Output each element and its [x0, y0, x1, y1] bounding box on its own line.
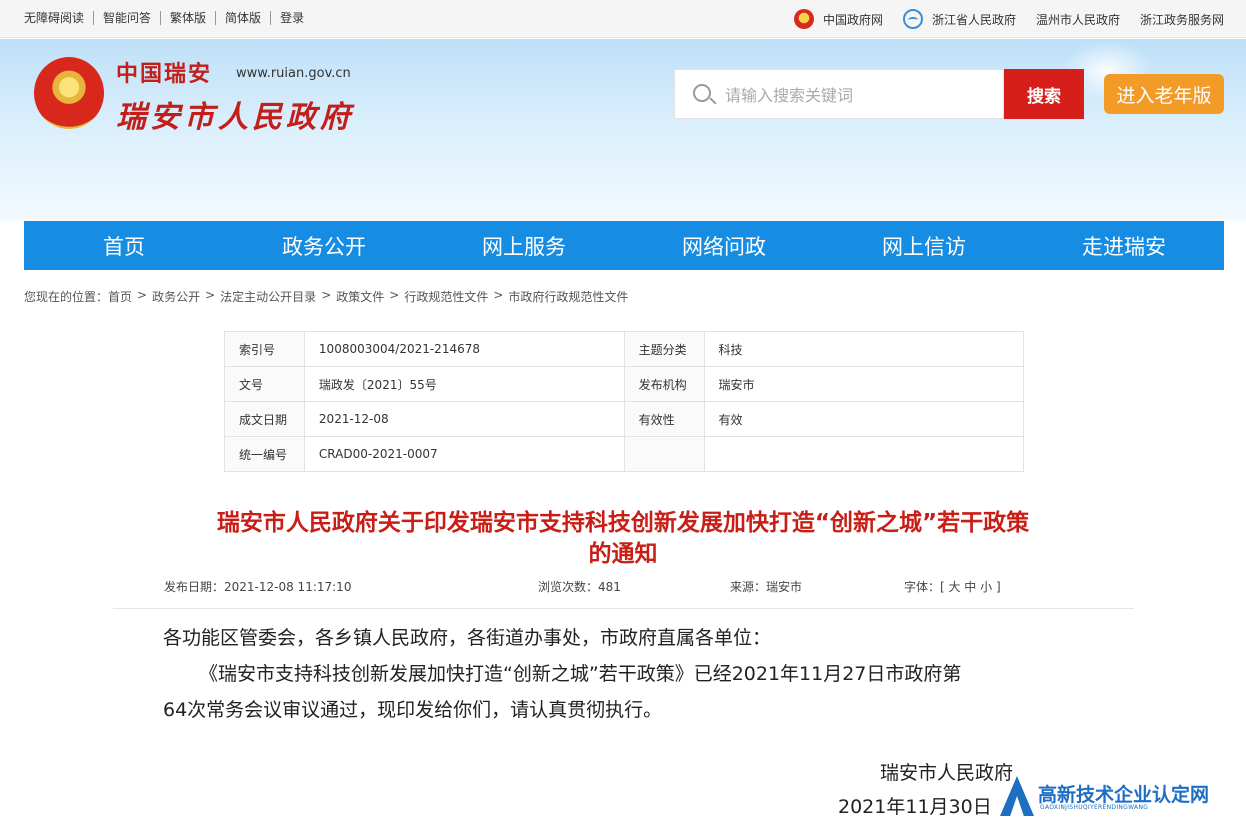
article-salutation: 各功能区管委会，各乡镇人民政府，各街道办事处，市政府直属各单位：: [163, 627, 772, 649]
breadcrumb-item[interactable]: 首页: [108, 288, 132, 305]
article-body-line: 《瑞安市支持科技创新发展加快打造“创新之城”若干政策》已经2021年11月27日…: [199, 663, 962, 685]
smart-qa-link[interactable]: 智能问答: [93, 11, 160, 25]
uid-value: CRAD00-2021-0007: [303, 436, 625, 472]
breadcrumb-separator: >: [137, 288, 148, 302]
validity-value: 有效: [703, 401, 1024, 437]
logo-site-name[interactable]: 瑞安市人民政府: [116, 92, 354, 136]
main-nav: 首页 政务公开 网上服务 网络问政 网上信访 走进瑞安: [24, 221, 1224, 270]
doc-no-label: 文号: [224, 366, 305, 402]
nav-about-ruian[interactable]: 走进瑞安: [1024, 221, 1224, 270]
watermark-logo-icon: [1000, 776, 1034, 816]
logo-url: www.ruian.gov.cn: [236, 66, 351, 81]
article-title-line: 瑞安市人民政府关于印发瑞安市支持科技创新发展加快打造“创新之城”若干政策: [216, 510, 1030, 536]
top-utility-bar: 无障碍阅读 智能问答 繁体版 简体版 登录 中国政府网 浙江省人民政府 温州市人…: [0, 0, 1246, 38]
topic-value: 科技: [703, 331, 1024, 367]
view-count: 浏览次数：481: [538, 580, 621, 594]
simplified-chinese-link[interactable]: 简体版: [215, 11, 270, 25]
breadcrumb: 您现在的位置： 首页 > 政务公开 > 法定主动公开目录 > 政策文件 > 行政…: [24, 288, 628, 305]
breadcrumb-item[interactable]: 法定主动公开目录: [220, 288, 316, 305]
table-row: 文号 瑞政发〔2021〕55号 发布机构 瑞安市: [224, 366, 1024, 402]
nav-home[interactable]: 首页: [24, 221, 224, 270]
zhejiang-gov-link[interactable]: 浙江省人民政府: [902, 9, 1016, 29]
zhejiang-service-link[interactable]: 浙江政务服务网: [1140, 11, 1224, 28]
national-emblem-icon: [793, 9, 814, 29]
date-label: 成文日期: [224, 401, 305, 437]
doc-no-value: 瑞政发〔2021〕55号: [303, 366, 625, 402]
elderly-version-button[interactable]: 进入老年版: [1104, 74, 1224, 114]
signature-date: 2021年11月30日: [838, 796, 992, 818]
nav-online-services[interactable]: 网上服务: [424, 221, 624, 270]
wenzhou-gov-link[interactable]: 温州市人民政府: [1036, 11, 1120, 28]
breadcrumb-prefix: 您现在的位置：: [24, 290, 109, 304]
table-row: 统一编号 CRAD00-2021-0007: [224, 436, 1024, 472]
watermark-subtext: GAOXINJISHUQIYERENDINGWANG: [1040, 804, 1149, 811]
nav-online-petition[interactable]: 网上信访: [824, 221, 1024, 270]
traditional-chinese-link[interactable]: 繁体版: [160, 11, 215, 25]
topic-label: 主题分类: [623, 331, 705, 367]
search-button[interactable]: 搜索: [1004, 69, 1084, 119]
index-no-value: 1008003004/2021-214678: [303, 331, 625, 367]
table-row: 成文日期 2021-12-08 有效性 有效: [224, 401, 1024, 437]
font-size-switcher[interactable]: 字体：[ 大 中 小 ]: [904, 578, 1001, 595]
utility-links: 无障碍阅读 智能问答 繁体版 简体版 登录: [24, 11, 313, 25]
china-gov-link[interactable]: 中国政府网: [793, 9, 883, 29]
uid-label: 统一编号: [224, 436, 305, 472]
signature-org: 瑞安市人民政府: [880, 762, 1014, 784]
breadcrumb-separator: >: [205, 288, 216, 302]
breadcrumb-item[interactable]: 市政府行政规范性文件: [508, 288, 628, 305]
zhejiang-service-label: 浙江政务服务网: [1139, 12, 1224, 27]
search-icon: [693, 84, 711, 102]
divider: [113, 608, 1134, 609]
empty-cell: [703, 436, 1024, 472]
table-row: 索引号 1008003004/2021-214678 主题分类 科技: [224, 331, 1024, 367]
article-body-line: 64次常务会议审议通过，现印发给你们，请认真贯彻执行。: [163, 699, 663, 721]
nav-online-inquiry[interactable]: 网络问政: [624, 221, 824, 270]
issuer-label: 发布机构: [623, 366, 705, 402]
nav-gov-affairs[interactable]: 政务公开: [224, 221, 424, 270]
wenzhou-gov-label: 温州市人民政府: [1035, 12, 1120, 27]
watermark: 高新技术企业认定网 GAOXINJISHUQIYERENDINGWANG: [1000, 774, 1246, 818]
national-emblem-logo-icon[interactable]: [34, 57, 104, 129]
validity-label: 有效性: [623, 401, 705, 437]
breadcrumb-separator: >: [493, 288, 504, 302]
empty-cell: [623, 436, 705, 472]
accessibility-link[interactable]: 无障碍阅读: [24, 11, 93, 25]
login-link[interactable]: 登录: [270, 11, 313, 25]
document-meta-table: 索引号 1008003004/2021-214678 主题分类 科技 文号 瑞政…: [224, 331, 1024, 472]
publish-date: 发布日期：2021-12-08 11:17:10: [164, 580, 352, 594]
breadcrumb-separator: >: [321, 288, 332, 302]
logo-small-text: 中国瑞安: [116, 61, 213, 87]
search-box: [674, 69, 1004, 119]
breadcrumb-item[interactable]: 政策文件: [336, 288, 384, 305]
breadcrumb-item[interactable]: 政务公开: [152, 288, 200, 305]
breadcrumb-separator: >: [389, 288, 400, 302]
breadcrumb-item[interactable]: 行政规范性文件: [404, 288, 488, 305]
date-value: 2021-12-08: [303, 401, 625, 437]
watermark-text: 高新技术企业认定网: [1038, 784, 1210, 806]
search-input[interactable]: [725, 82, 995, 108]
china-gov-label: 中国政府网: [822, 12, 883, 27]
index-no-label: 索引号: [224, 331, 305, 367]
article-source: 来源：瑞安市: [730, 580, 803, 594]
issuer-value: 瑞安市: [703, 366, 1024, 402]
zhejiang-gov-label: 浙江省人民政府: [931, 12, 1016, 27]
zhejiang-logo-icon: [902, 9, 923, 29]
article-title: 瑞安市人民政府关于印发瑞安市支持科技创新发展加快打造“创新之城”若干政策 的通知: [100, 508, 1146, 570]
article-title-line: 的通知: [588, 541, 658, 567]
gov-links: 中国政府网 浙江省人民政府 温州市人民政府 浙江政务服务网: [774, 9, 1224, 29]
